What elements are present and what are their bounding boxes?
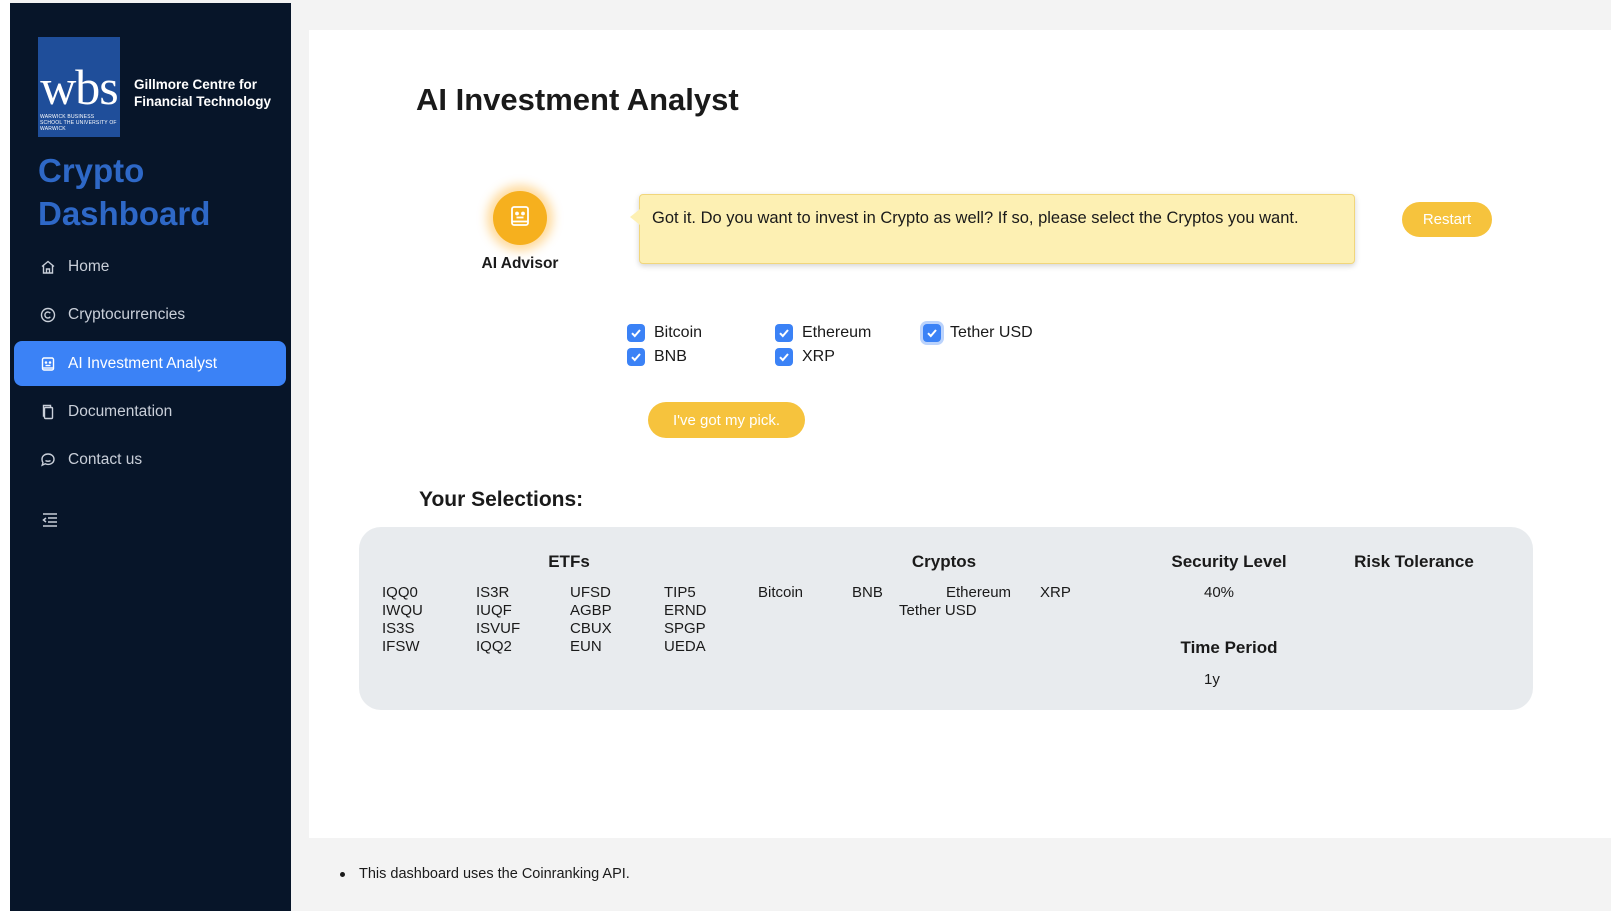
sidebar-item-ai-investment-analyst[interactable]: AI Investment Analyst xyxy=(14,341,286,386)
brand-title: Crypto Dashboard xyxy=(38,149,210,235)
document-icon xyxy=(40,404,56,420)
logo-org-name: Gillmore Centre for Financial Technology xyxy=(134,76,271,110)
chat-icon xyxy=(40,452,56,468)
checkbox-checked-icon[interactable] xyxy=(627,348,645,366)
crypto-cell: XRP xyxy=(1040,584,1071,601)
etf-cell: TIP5 xyxy=(664,584,696,601)
etfs-header: ETFs xyxy=(548,552,590,571)
crypto-cell: BNB xyxy=(852,584,883,601)
sidebar-item-label: Home xyxy=(68,257,110,275)
logo-org-line2: Financial Technology xyxy=(134,94,272,109)
logo-small-text: WARWICK BUSINESS SCHOOL THE UNIVERSITY O… xyxy=(40,114,117,132)
menu-fold-icon[interactable] xyxy=(40,510,60,530)
selections-panel: ETFs Cryptos Security Level Risk Toleran… xyxy=(359,527,1533,710)
checkbox-checked-icon[interactable] xyxy=(923,324,941,342)
crypto-cell: Ethereum xyxy=(946,584,1012,601)
copyright-icon xyxy=(40,307,56,323)
cryptos-header: Cryptos xyxy=(911,552,977,571)
footer-note: This dashboard uses the Coinranking API. xyxy=(340,866,630,882)
advisor-message: Got it. Do you want to invest in Crypto … xyxy=(630,194,1355,264)
option-label: BNB xyxy=(654,348,687,365)
confirm-pick-button[interactable]: I've got my pick. xyxy=(648,402,805,438)
selections-title: Your Selections: xyxy=(419,488,584,511)
checkbox-checked-icon[interactable] xyxy=(627,324,645,342)
etf-cell: AGBP xyxy=(570,602,612,619)
checkbox-checked-icon[interactable] xyxy=(775,324,793,342)
option-ethereum[interactable]: Ethereum xyxy=(775,324,871,342)
etf-cell: IUQF xyxy=(476,602,512,619)
etf-cell: CBUX xyxy=(570,620,612,637)
option-bitcoin[interactable]: Bitcoin xyxy=(627,324,702,342)
brand-line2: Dashboard xyxy=(38,195,211,232)
brand-line1: Crypto xyxy=(38,152,145,189)
sidebar-item-label: Contact us xyxy=(68,450,143,468)
logo-mark: wbs WARWICK BUSINESS SCHOOL THE UNIVERSI… xyxy=(38,37,120,137)
advisor-avatar xyxy=(493,191,547,245)
security-level-value: 40% xyxy=(1204,584,1235,601)
logo-letters: wbs xyxy=(40,59,119,115)
etf-cell: IS3R xyxy=(476,584,510,601)
crypto-cell: Tether USD xyxy=(899,602,977,619)
option-label: Ethereum xyxy=(802,324,872,341)
home-icon xyxy=(40,259,56,275)
sidebar-item-cryptocurrencies[interactable]: Cryptocurrencies xyxy=(14,292,286,337)
etf-cell: ERND xyxy=(664,602,707,619)
sidebar-item-documentation[interactable]: Documentation xyxy=(14,389,286,434)
robot-icon xyxy=(508,204,532,233)
logo-org-line1: Gillmore Centre for xyxy=(134,77,258,92)
etf-cell: ISVUF xyxy=(476,620,521,637)
sidebar-item-home[interactable]: Home xyxy=(14,244,286,289)
sidebar-item-label: Cryptocurrencies xyxy=(68,305,186,323)
etf-cell: IQQ2 xyxy=(476,638,512,655)
bullet-icon xyxy=(340,871,345,877)
option-xrp[interactable]: XRP xyxy=(775,348,835,366)
advisor-label: AI Advisor xyxy=(481,255,559,272)
checkbox-checked-icon[interactable] xyxy=(775,348,793,366)
etf-cell: SPGP xyxy=(664,620,706,637)
page-title: AI Investment Analyst xyxy=(416,82,739,117)
etf-cell: IS3S xyxy=(382,620,415,637)
etf-cell: IWQU xyxy=(382,602,423,619)
risk-tolerance-header: Risk Tolerance xyxy=(1354,552,1474,571)
option-label: Tether USD xyxy=(950,324,1033,341)
window-edge xyxy=(0,0,10,911)
security-level-header: Security Level xyxy=(1171,552,1287,571)
etf-cell: UEDA xyxy=(664,638,706,655)
sidebar: wbs WARWICK BUSINESS SCHOOL THE UNIVERSI… xyxy=(10,3,291,911)
option-label: XRP xyxy=(802,348,835,365)
option-bnb[interactable]: BNB xyxy=(627,348,687,366)
time-period-header: Time Period xyxy=(1180,638,1278,657)
footer-text: This dashboard uses the Coinranking API. xyxy=(359,866,630,882)
crypto-cell: Bitcoin xyxy=(758,584,804,601)
robot-icon xyxy=(40,356,56,372)
etf-cell: EUN xyxy=(570,638,602,655)
sidebar-item-label: Documentation xyxy=(68,402,173,420)
etf-cell: UFSD xyxy=(570,584,611,601)
main-content: AI Investment Analyst AI Advisor Got it.… xyxy=(309,30,1611,838)
option-tether-usd[interactable]: Tether USD xyxy=(923,324,1033,342)
time-period-value: 1y xyxy=(1204,671,1220,688)
option-label: Bitcoin xyxy=(654,324,703,341)
restart-button[interactable]: Restart xyxy=(1402,202,1492,237)
wbs-logo: wbs WARWICK BUSINESS SCHOOL THE UNIVERSI… xyxy=(38,37,271,137)
etf-cell: IFSW xyxy=(382,638,420,655)
sidebar-item-label: AI Investment Analyst xyxy=(68,354,218,372)
sidebar-item-contact-us[interactable]: Contact us xyxy=(14,437,286,482)
etf-cell: IQQ0 xyxy=(382,584,418,601)
